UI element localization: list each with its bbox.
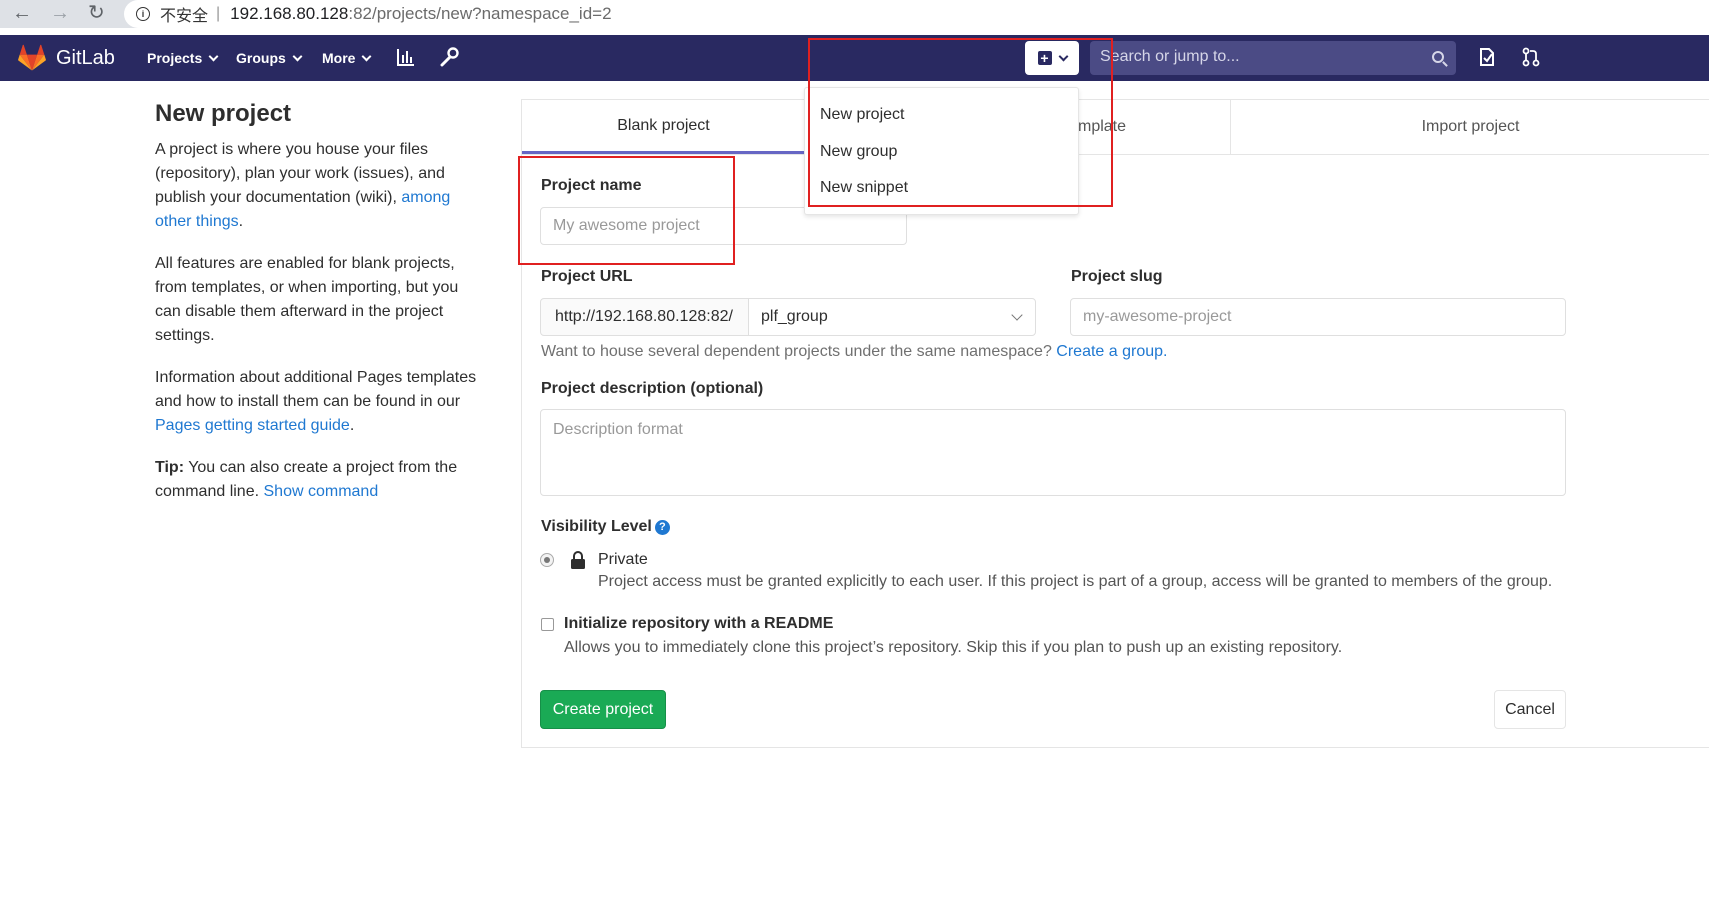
project-tabs: Blank project mplate Import project [522,100,1709,155]
project-url-label: Project URL [541,268,633,285]
gitlab-brand[interactable]: GitLab [56,47,115,70]
project-slug-input[interactable]: my-awesome-project [1070,298,1566,336]
project-slug-label: Project slug [1071,268,1163,285]
project-intro-text: A project is where you house your files … [155,138,485,234]
annotation-box-project-name [518,156,735,265]
new-project-sidebar: New project A project is where you house… [155,100,485,522]
show-command-link[interactable]: Show command [264,483,379,500]
chevron-down-icon [208,51,219,61]
description-label: Project description (optional) [541,380,764,397]
visibility-level-label: Visibility Level? [541,518,670,536]
nav-more-label: More [322,50,356,66]
description-placeholder: Description format [553,421,683,438]
url-host: 192.168.80.128 [230,4,349,23]
nav-projects-label: Projects [147,50,203,66]
question-circle-icon[interactable]: ? [654,520,670,535]
nav-more[interactable]: More [322,50,372,66]
create-group-link[interactable]: Create a group. [1056,343,1167,360]
reload-icon[interactable]: ↻ [88,2,105,24]
features-text: All features are enabled for blank proje… [155,255,459,344]
todos-icon[interactable] [1479,47,1495,67]
private-description: Project access must be granted explicitl… [598,573,1553,590]
nav-groups-label: Groups [236,50,286,66]
pages-info-text: Information about additional Pages templ… [155,366,485,438]
merge-request-icon[interactable] [1522,47,1540,67]
private-label: Private [598,551,648,568]
visibility-label-text: Visibility Level [541,518,652,535]
lock-icon [571,551,585,569]
create-project-button[interactable]: Create project [540,690,666,729]
search-input[interactable]: Search or jump to... [1090,41,1456,75]
url-prefix: http://192.168.80.128:82/ [540,298,749,336]
cancel-button[interactable]: Cancel [1494,690,1566,729]
chevron-down-icon [362,51,372,61]
annotation-box-menu [808,38,1113,207]
page-title: New project [155,100,292,127]
activity-chart-icon[interactable] [397,47,415,67]
tip-label: Tip: [155,459,185,476]
chevron-down-icon [1011,309,1023,321]
namespace-select[interactable]: plf_group [748,298,1036,336]
address-separator: | [216,5,221,22]
address-bar[interactable]: i 不安全 | 192.168.80.128 :82/projects/new?… [124,0,1709,28]
pages-text: Information about additional Pages templ… [155,369,477,410]
wrench-icon[interactable] [440,47,459,67]
namespace-value: plf_group [761,308,828,325]
tab-blank-project[interactable]: Blank project [522,100,805,154]
tip-text: Tip: You can also create a project from … [155,456,485,504]
search-placeholder: Search or jump to... [1100,48,1240,65]
intro-end: . [238,213,244,230]
nav-groups[interactable]: Groups [236,50,303,66]
pages-guide-link[interactable]: Pages getting started guide [155,417,350,434]
readme-description: Allows you to immediately clone this pro… [564,639,1343,656]
chevron-down-icon [292,51,303,61]
private-radio[interactable] [540,553,554,567]
readme-checkbox[interactable] [541,618,554,631]
back-arrow-icon[interactable]: ← [12,2,32,24]
tab-blank-label: Blank project [617,116,710,134]
search-icon [1432,51,1444,63]
insecure-label: 不安全 [160,6,209,25]
readme-label[interactable]: Initialize repository with a README [564,615,833,633]
info-icon[interactable]: i [136,7,150,21]
nav-projects[interactable]: Projects [147,50,219,66]
namespace-help-text: Want to house several dependent projects… [541,343,1167,361]
browser-toolbar: ← → ↻ i 不安全 | 192.168.80.128 :82/project… [0,0,1709,28]
forward-arrow-icon[interactable]: → [50,2,70,24]
help-text: Want to house several dependent projects… [541,343,1052,360]
tab-import-label: Import project [1421,118,1520,135]
project-slug-placeholder: my-awesome-project [1083,308,1232,325]
description-textarea[interactable]: Description format [540,409,1566,496]
gitlab-logo-icon[interactable] [18,44,46,72]
pages-end: . [349,417,355,434]
url-path: :82/projects/new?namespace_id=2 [348,4,612,23]
tab-import-project[interactable]: Import project [1231,100,1709,154]
